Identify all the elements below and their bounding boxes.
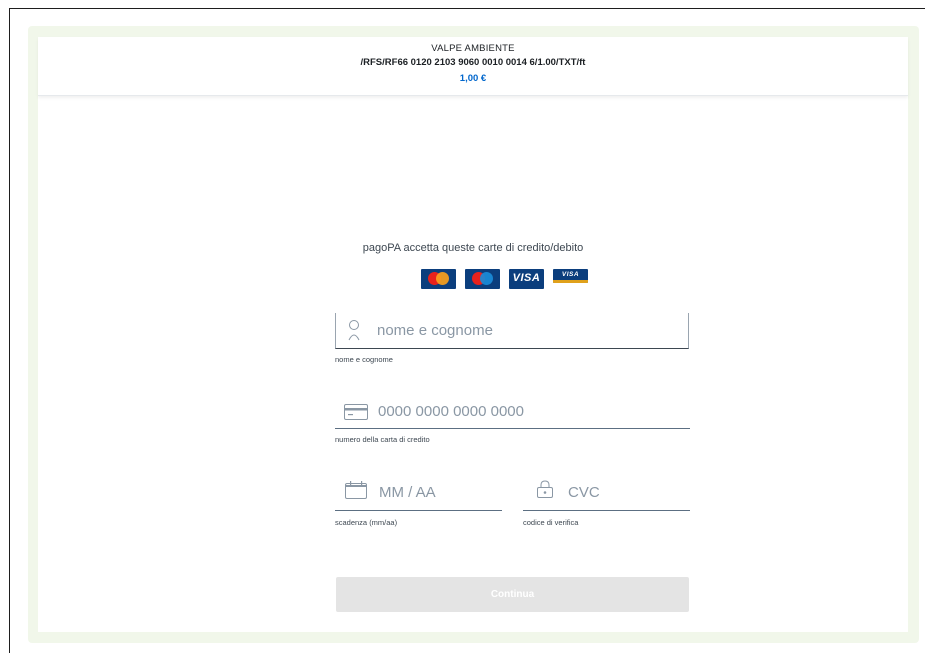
accepted-cards-text: pagoPA accetta queste carte di credito/d… [362,242,584,254]
name-field[interactable]: nome e cognome nome e cognome [335,313,690,373]
card-number-input[interactable]: 0000 0000 0000 0000 [378,403,524,420]
cvc-label: codice di verifica [523,518,579,527]
payment-amount: 1,00 € [459,73,487,84]
mastercard-logo [421,269,456,289]
payment-card: VALPE AMBIENTE /RFS/RF66 0120 2103 9060 … [38,37,908,632]
card-number-underline [335,428,690,429]
visa-logo: VISA [509,269,544,289]
expiry-input[interactable]: MM / AA [379,484,436,501]
expiry-field[interactable]: MM / AA scadenza (mm/aa) [335,477,502,537]
card-number-field[interactable]: 0000 0000 0000 0000 numero della carta d… [335,393,690,453]
calendar-icon [345,481,367,504]
card-brands: VISA VISA [421,269,588,289]
payment-subject: /RFS/RF66 0120 2103 9060 0010 0014 6/1.0… [360,57,586,68]
merchant-name: VALPE AMBIENTE [431,43,515,54]
cvc-underline [523,510,690,511]
name-label: nome e cognome [335,355,393,364]
credit-card-icon [344,404,368,425]
user-icon [348,319,360,346]
payment-header: VALPE AMBIENTE /RFS/RF66 0120 2103 9060 … [38,37,908,96]
expiry-underline [335,510,502,511]
visa-electron-logo: VISA [553,269,588,283]
cvc-input[interactable]: CVC [568,484,600,501]
continue-button[interactable]: Continua [336,577,689,612]
lock-icon [537,480,553,503]
expiry-label: scadenza (mm/aa) [335,518,398,527]
name-input[interactable]: nome e cognome [377,322,493,339]
card-number-label: numero della carta di credito [335,435,430,444]
cvc-field[interactable]: CVC codice di verifica [523,477,690,537]
maestro-logo [465,269,500,289]
